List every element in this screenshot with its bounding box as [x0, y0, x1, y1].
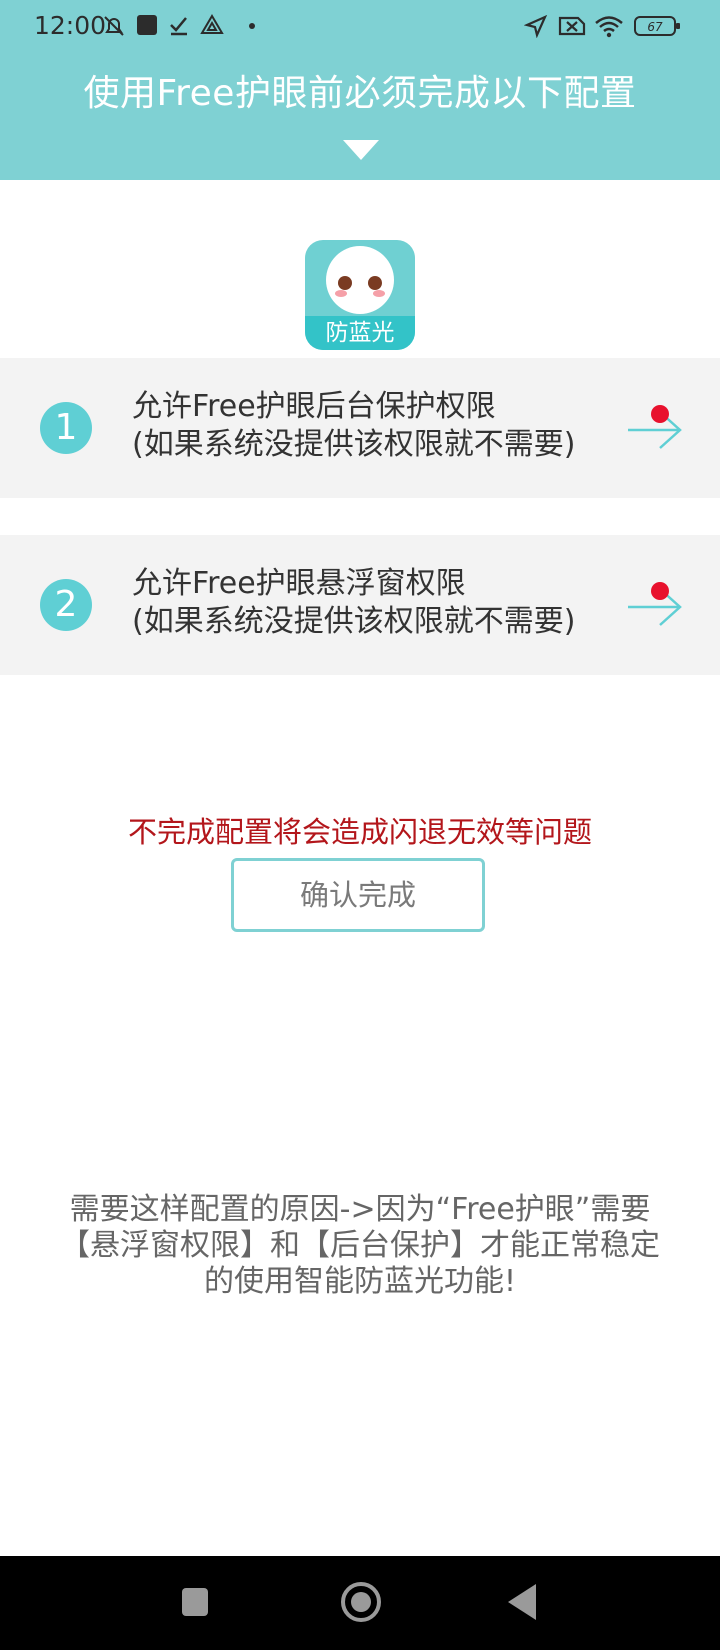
logo-eye-left [338, 276, 352, 290]
reason-text: 需要这样配置的原因->因为“Free护眼”需要 【悬浮窗权限】和【后台保护】才能… [40, 1192, 680, 1300]
drive-icon [200, 14, 224, 41]
location-icon [523, 14, 548, 43]
wifi-icon [594, 14, 624, 43]
sim-x-icon [558, 14, 586, 43]
badge-dot-icon [651, 405, 669, 423]
arrow-right-icon[interactable] [624, 575, 684, 635]
reason-line-2: 【悬浮窗权限】和【后台保护】才能正常稳定 [60, 1228, 660, 1263]
permission-title: 允许Free护眼悬浮窗权限 [132, 566, 466, 601]
app-logo: 防蓝光 [305, 240, 415, 350]
check-icon [168, 14, 190, 41]
app-square-icon [136, 14, 158, 41]
home-icon[interactable] [341, 1582, 381, 1622]
battery-icon: 67 [634, 14, 682, 43]
arrow-right-icon[interactable] [624, 398, 684, 458]
navigation-bar [0, 1556, 720, 1650]
battery-level: 67 [647, 20, 663, 34]
permission-row-overlay[interactable]: 2 允许Free护眼悬浮窗权限 (如果系统没提供该权限就不需要) [0, 535, 720, 675]
home-dot [351, 1592, 371, 1612]
logo-face-icon [326, 246, 394, 314]
header: 12:00 67 使用Free护眼前必须完成以下配置 [0, 0, 720, 180]
recent-apps-icon[interactable] [182, 1588, 208, 1616]
reason-line-3: 的使用智能防蓝光功能! [203, 1264, 517, 1299]
dot-icon [248, 14, 256, 41]
permission-note: (如果系统没提供该权限就不需要) [132, 427, 576, 462]
logo-label: 防蓝光 [305, 316, 415, 350]
logo-cheek-right [373, 290, 385, 297]
down-arrow-icon [343, 140, 379, 160]
step-number-badge: 1 [40, 402, 92, 454]
status-time: 12:00 [34, 11, 107, 40]
permission-row-background[interactable]: 1 允许Free护眼后台保护权限 (如果系统没提供该权限就不需要) [0, 358, 720, 498]
confirm-button[interactable]: 确认完成 [231, 858, 485, 932]
permission-text: 允许Free护眼悬浮窗权限 (如果系统没提供该权限就不需要) [132, 565, 575, 641]
badge-dot-icon [651, 582, 669, 600]
logo-cheek-left [335, 290, 347, 297]
permission-title: 允许Free护眼后台保护权限 [132, 389, 496, 424]
logo-eye-right [368, 276, 382, 290]
step-number-badge: 2 [40, 579, 92, 631]
back-icon[interactable] [508, 1584, 536, 1620]
permission-note: (如果系统没提供该权限就不需要) [132, 604, 576, 639]
page-title: 使用Free护眼前必须完成以下配置 [83, 73, 637, 114]
reason-line-1: 需要这样配置的原因->因为“Free护眼”需要 [69, 1192, 651, 1227]
status-bar: 12:00 67 [0, 0, 720, 52]
mute-icon [102, 14, 126, 43]
permission-text: 允许Free护眼后台保护权限 (如果系统没提供该权限就不需要) [132, 388, 575, 464]
warning-text: 不完成配置将会造成闪退无效等问题 [127, 815, 592, 849]
